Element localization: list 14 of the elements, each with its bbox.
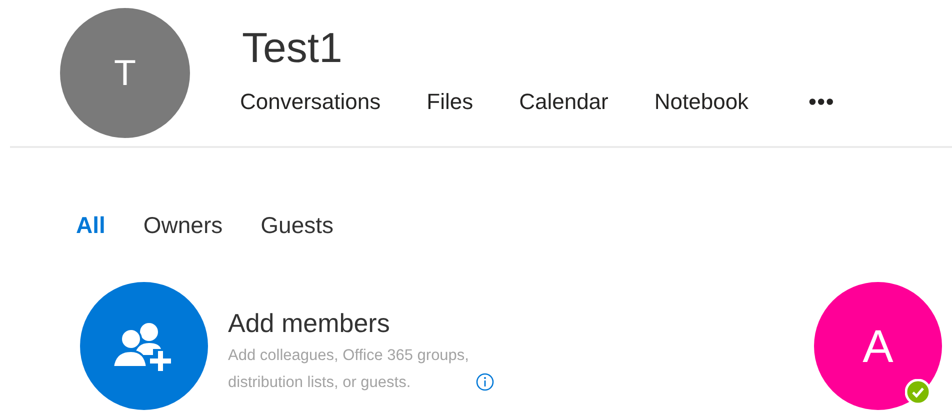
group-avatar: T: [60, 8, 190, 138]
nav-tab[interactable]: Calendar: [519, 87, 608, 117]
member-avatar[interactable]: A: [814, 282, 942, 410]
group-title: Test1: [242, 23, 344, 73]
filter-tab[interactable]: All: [76, 210, 106, 240]
nav-tab[interactable]: Notebook: [654, 87, 749, 117]
nav-tab[interactable]: •••: [808, 87, 835, 117]
info-icon[interactable]: [476, 373, 494, 391]
filter-tab[interactable]: Owners: [143, 210, 223, 240]
filter-tab[interactable]: Guests: [260, 210, 334, 240]
nav-tab[interactable]: Conversations: [240, 87, 381, 117]
add-members-description: Add colleagues, Office 365 groups, distribution lists, or guests.: [228, 346, 470, 393]
add-members-title: Add members: [228, 307, 391, 340]
nav-tab[interactable]: Files: [426, 87, 474, 117]
